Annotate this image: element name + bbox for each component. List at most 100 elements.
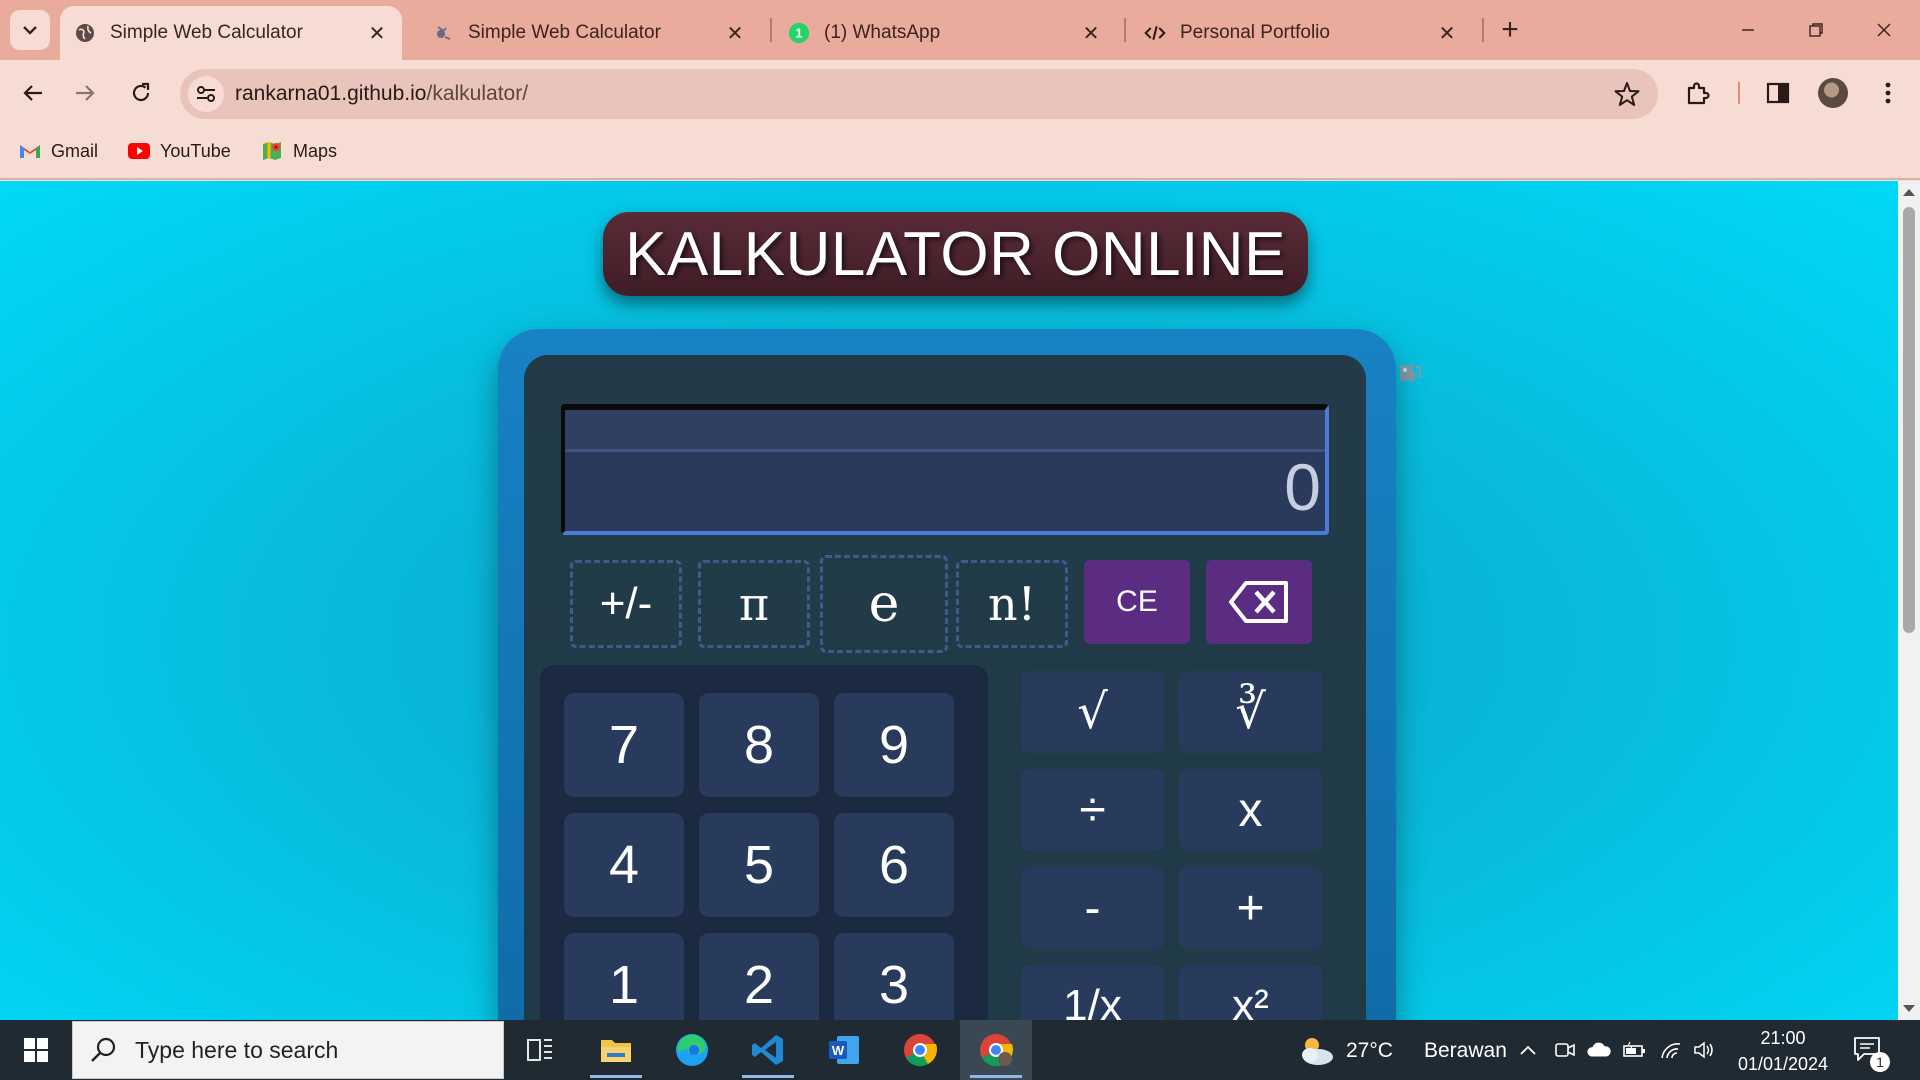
tab-separator xyxy=(770,18,772,42)
side-panel-button[interactable] xyxy=(1760,75,1796,111)
tab-strip: Simple Web Calculator ✕ Simple Web Calcu… xyxy=(0,0,1920,60)
show-hidden-icons-chevron-up-icon[interactable] xyxy=(1515,1038,1541,1062)
profile-avatar[interactable] xyxy=(1818,78,1848,108)
search-icon xyxy=(91,1037,116,1062)
minimize-button[interactable] xyxy=(1726,10,1770,50)
taskbar-search[interactable] xyxy=(72,1021,504,1079)
multiply-button[interactable]: x xyxy=(1179,769,1322,851)
extensions-button[interactable] xyxy=(1680,75,1716,111)
square-root-button[interactable]: √ xyxy=(1021,671,1164,753)
square-button[interactable]: x² xyxy=(1179,965,1322,1020)
restore-icon xyxy=(1809,23,1823,37)
digit-6-button[interactable]: 6 xyxy=(834,813,954,917)
clock-time: 21:00 xyxy=(1760,1028,1806,1048)
bookmark-youtube[interactable]: YouTube xyxy=(127,138,231,164)
digit-5-button[interactable]: 5 xyxy=(699,813,819,917)
meet-now-icon[interactable] xyxy=(1552,1038,1578,1062)
weather-cloudy-icon[interactable] xyxy=(1296,1032,1336,1068)
tab-simple-web-calculator-active[interactable]: Simple Web Calculator ✕ xyxy=(60,6,402,60)
notification-count-badge: 1 xyxy=(1870,1052,1890,1072)
tab-search-button[interactable] xyxy=(10,10,50,50)
backspace-button[interactable] xyxy=(1206,560,1312,644)
digit-2-button[interactable]: 2 xyxy=(699,933,819,1020)
close-tab-icon[interactable]: ✕ xyxy=(1080,22,1102,45)
svg-text:W: W xyxy=(832,1043,845,1058)
pi-button[interactable]: π xyxy=(698,560,810,648)
onedrive-cloud-icon[interactable] xyxy=(1586,1038,1612,1062)
tab-title: Simple Web Calculator xyxy=(110,22,303,43)
browser-menu-button[interactable] xyxy=(1870,75,1906,111)
digit-7-button[interactable]: 7 xyxy=(564,693,684,797)
euler-e-button[interactable]: e xyxy=(820,555,948,653)
back-button[interactable] xyxy=(12,72,54,114)
forward-button[interactable] xyxy=(64,72,106,114)
vscode-app[interactable] xyxy=(732,1020,804,1080)
divide-button[interactable]: ÷ xyxy=(1021,769,1164,851)
backspace-icon xyxy=(1229,581,1288,623)
url-path: /kalkulator/ xyxy=(426,82,529,105)
calculator-display: 0 xyxy=(561,404,1329,535)
reciprocal-button[interactable]: 1/x xyxy=(1021,965,1164,1020)
edge-icon xyxy=(676,1034,708,1066)
weather-temperature[interactable]: 27°C xyxy=(1346,1039,1393,1063)
page-title: KALKULATOR ONLINE xyxy=(625,219,1286,289)
tab-whatsapp[interactable]: 1 (1) WhatsApp ✕ xyxy=(774,6,1116,60)
address-bar[interactable]: rankarna01.github.io/kalkulator/ xyxy=(180,69,1658,119)
chrome-profile-app[interactable] xyxy=(960,1020,1032,1080)
reload-icon xyxy=(132,82,150,102)
weather-condition[interactable]: Berawan xyxy=(1424,1039,1507,1063)
taskbar-search-input[interactable] xyxy=(135,1036,495,1064)
url-host: rankarna01.github.io xyxy=(235,82,427,105)
bookmark-gmail[interactable]: Gmail xyxy=(18,138,98,164)
edge-app[interactable] xyxy=(656,1020,728,1080)
task-view-button[interactable] xyxy=(504,1020,576,1080)
close-window-button[interactable] xyxy=(1862,10,1906,50)
chevron-down-icon xyxy=(23,26,37,35)
broken-image-icon xyxy=(1398,361,1422,383)
digit-9-button[interactable]: 9 xyxy=(834,693,954,797)
close-tab-icon[interactable]: ✕ xyxy=(1436,22,1458,45)
tab-simple-web-calculator[interactable]: Simple Web Calculator ✕ xyxy=(418,6,760,60)
word-app[interactable]: W xyxy=(808,1020,880,1080)
chrome-icon xyxy=(904,1034,938,1067)
display-value: 0 xyxy=(1284,450,1321,524)
file-explorer-app[interactable] xyxy=(580,1020,652,1080)
side-panel-icon xyxy=(1766,82,1790,104)
digit-3-button[interactable]: 3 xyxy=(834,933,954,1020)
volume-icon[interactable] xyxy=(1692,1038,1718,1062)
digit-8-button[interactable]: 8 xyxy=(699,693,819,797)
scroll-thumb[interactable] xyxy=(1903,207,1915,633)
close-tab-icon[interactable]: ✕ xyxy=(724,22,746,45)
digit-1-button[interactable]: 1 xyxy=(564,933,684,1020)
restore-button[interactable] xyxy=(1794,10,1838,50)
chrome-app[interactable] xyxy=(884,1020,956,1080)
start-button[interactable] xyxy=(0,1020,72,1080)
scroll-down-arrow-icon[interactable] xyxy=(1903,1005,1915,1012)
folder-icon xyxy=(601,1040,631,1062)
factorial-button[interactable]: n! xyxy=(956,560,1068,648)
cube-root-button[interactable]: ∛ xyxy=(1179,671,1322,753)
site-info-button[interactable] xyxy=(188,76,224,112)
new-tab-button[interactable]: + xyxy=(1492,12,1528,48)
close-tab-icon[interactable]: ✕ xyxy=(366,22,388,45)
digit-4-button[interactable]: 4 xyxy=(564,813,684,917)
more-vert-icon xyxy=(1885,82,1891,104)
page-scrollbar[interactable] xyxy=(1898,181,1920,1020)
add-button[interactable]: + xyxy=(1179,867,1322,949)
plus-minus-button[interactable]: +/- xyxy=(570,560,682,648)
subtract-button[interactable]: - xyxy=(1021,867,1164,949)
taskbar-clock[interactable]: 21:00 01/01/2024 xyxy=(1728,1025,1838,1077)
maps-icon xyxy=(260,141,284,161)
tab-personal-portfolio[interactable]: Personal Portfolio ✕ xyxy=(1130,6,1472,60)
minimize-icon xyxy=(1742,29,1754,31)
wifi-icon[interactable] xyxy=(1658,1038,1684,1062)
bookmark-maps[interactable]: Maps xyxy=(260,138,337,164)
clear-entry-button[interactable]: CE xyxy=(1084,560,1190,644)
arrow-right-icon xyxy=(76,85,95,101)
reload-button[interactable] xyxy=(120,72,162,114)
bookmark-star-button[interactable] xyxy=(1614,81,1640,107)
scroll-up-arrow-icon[interactable] xyxy=(1903,189,1915,196)
battery-icon[interactable] xyxy=(1622,1038,1648,1062)
tab-separator xyxy=(1124,18,1126,42)
task-view-icon xyxy=(527,1039,552,1061)
